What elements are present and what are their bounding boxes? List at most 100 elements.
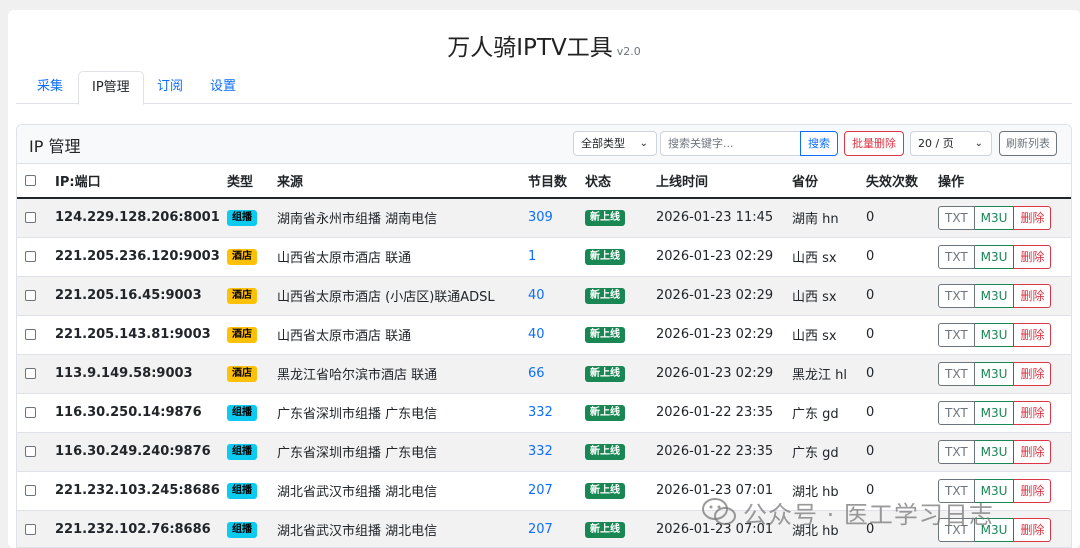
m3u-button[interactable]: M3U [974,322,1015,347]
actions-cell: TXT M3U 删除 [938,393,1071,433]
table-row: 221.205.236.120:9003 酒店 山西省太原市酒店 联通 1 新上线 202… [17,237,1071,277]
row-checkbox[interactable] [25,524,36,535]
row-select-cell [17,198,55,238]
delete-button[interactable]: 删除 [1014,517,1052,542]
table-row: 221.205.16.45:9003 酒店 山西省太原市酒店 (小店区)联通ADSL… [17,276,1071,316]
m3u-button[interactable]: M3U [974,283,1015,308]
delete-button[interactable]: 删除 [1014,478,1052,503]
delete-button[interactable]: 删除 [1014,400,1052,425]
count-cell: 207 [528,471,585,511]
count-cell: 1 [528,237,585,277]
delete-button[interactable]: 删除 [1014,283,1052,308]
row-checkbox[interactable] [25,407,36,418]
m3u-button[interactable]: M3U [974,400,1015,425]
select-all-cell [17,164,55,199]
count-cell: 40 [528,276,585,316]
status-cell: 新上线 [585,510,656,547]
channel-count-link[interactable]: 66 [528,366,545,381]
table-row: 124.229.128.206:8001 组播 湖南省永州市组播 湖南电信 309 新上… [17,198,1071,238]
txt-button[interactable]: TXT [938,439,975,464]
tab-settings[interactable]: 设置 [197,71,249,105]
row-checkbox[interactable] [25,446,36,457]
count-cell: 207 [528,510,585,547]
channel-count-link[interactable]: 332 [528,444,553,459]
m3u-button[interactable]: M3U [974,244,1015,269]
select-all-checkbox[interactable] [25,175,36,186]
txt-button[interactable]: TXT [938,400,975,425]
m3u-button[interactable]: M3U [974,361,1015,386]
source-cell: 广东省深圳市组播 广东电信 [277,432,528,472]
delete-button[interactable]: 删除 [1014,205,1052,230]
page-title: 万人骑IPTV工具 [447,35,613,61]
tab-ip-manage[interactable]: IP管理 [78,71,144,105]
row-checkbox[interactable] [25,212,36,224]
table-row: 116.30.249.240:9876 组播 广东省深圳市组播 广东电信 332 新上线… [17,432,1071,472]
channel-count-link[interactable]: 1 [528,249,536,264]
search-button[interactable]: 搜索 [800,131,838,156]
delete-button[interactable]: 删除 [1014,244,1052,269]
row-checkbox[interactable] [25,329,36,340]
ip-table: IP:端口 类型 来源 节目数 状态 上线时间 省份 失效次数 操作 124.2… [17,164,1071,547]
time-cell: 2026-01-22 23:35 [656,393,792,433]
search-input[interactable]: 搜索关键字... [660,131,801,156]
ip-cell: 221.205.236.120:9003 [55,237,227,277]
type-cell: 组播 [227,510,277,547]
table-header-row: IP:端口 类型 来源 节目数 状态 上线时间 省份 失效次数 操作 [17,164,1071,199]
source-cell: 湖南省永州市组播 湖南电信 [277,198,528,238]
source-cell: 湖北省武汉市组播 湖北电信 [277,471,528,511]
ip-cell: 124.229.128.206:8001 [55,198,227,238]
status-badge: 新上线 [585,249,625,265]
refresh-list-button[interactable]: 刷新列表 [999,131,1057,156]
status-badge: 新上线 [585,405,625,421]
fails-cell: 0 [866,198,938,238]
m3u-button[interactable]: M3U [974,205,1015,230]
txt-button[interactable]: TXT [938,244,975,269]
channel-count-link[interactable]: 40 [528,288,545,303]
time-cell: 2026-01-23 02:29 [656,354,792,394]
channel-count-link[interactable]: 207 [528,522,553,537]
m3u-button[interactable]: M3U [974,439,1015,464]
delete-button[interactable]: 删除 [1014,439,1052,464]
channel-count-link[interactable]: 207 [528,483,553,498]
txt-button[interactable]: TXT [938,205,975,230]
txt-button[interactable]: TXT [938,361,975,386]
channel-count-link[interactable]: 332 [528,405,553,420]
txt-button[interactable]: TXT [938,322,975,347]
row-checkbox[interactable] [25,251,36,262]
delete-button[interactable]: 删除 [1014,361,1052,386]
txt-button[interactable]: TXT [938,283,975,308]
action-group: TXT M3U 删除 [938,283,1052,308]
channel-count-link[interactable]: 309 [528,210,553,225]
actions-cell: TXT M3U 删除 [938,354,1071,394]
page-size-select[interactable]: 20 / 页 ⌄ [910,131,992,156]
batch-delete-button[interactable]: 批量删除 [844,131,904,156]
ip-cell: 221.205.16.45:9003 [55,276,227,316]
row-checkbox[interactable] [25,290,36,301]
fails-cell: 0 [866,237,938,277]
watermark-text: 公众号 · 医工学习日志 [743,500,994,529]
actions-cell: TXT M3U 删除 [938,315,1071,355]
type-badge: 酒店 [227,366,257,382]
delete-button[interactable]: 删除 [1014,322,1052,347]
status-badge: 新上线 [585,210,625,227]
province-cell: 山西 sx [792,315,866,355]
row-checkbox[interactable] [25,368,36,379]
tab-subscribe[interactable]: 订阅 [144,71,196,105]
page-size-value: 20 / 页 [918,137,954,150]
ip-cell: 113.9.149.58:9003 [55,354,227,394]
watermark: 公众号 · 医工学习日志 [701,492,994,532]
ip-manage-panel: IP 管理 全部类型 ⌄ 搜索关键字... 搜索 批量删除 20 / 页 ⌄ 刷… [16,124,1072,548]
province-cell: 湖南 hn [792,198,866,238]
tab-collect[interactable]: 采集 [24,71,76,105]
source-cell: 湖北省武汉市组播 湖北电信 [277,510,528,547]
status-badge: 新上线 [585,444,625,460]
row-checkbox[interactable] [25,485,36,496]
row-select-cell [17,315,55,355]
status-badge: 新上线 [585,483,625,499]
ip-cell: 221.205.143.81:9003 [55,315,227,355]
row-select-cell [17,471,55,511]
channel-count-link[interactable]: 40 [528,327,545,342]
type-cell: 组播 [227,198,277,238]
type-filter-select[interactable]: 全部类型 ⌄ [573,131,657,156]
type-cell: 酒店 [227,237,277,277]
